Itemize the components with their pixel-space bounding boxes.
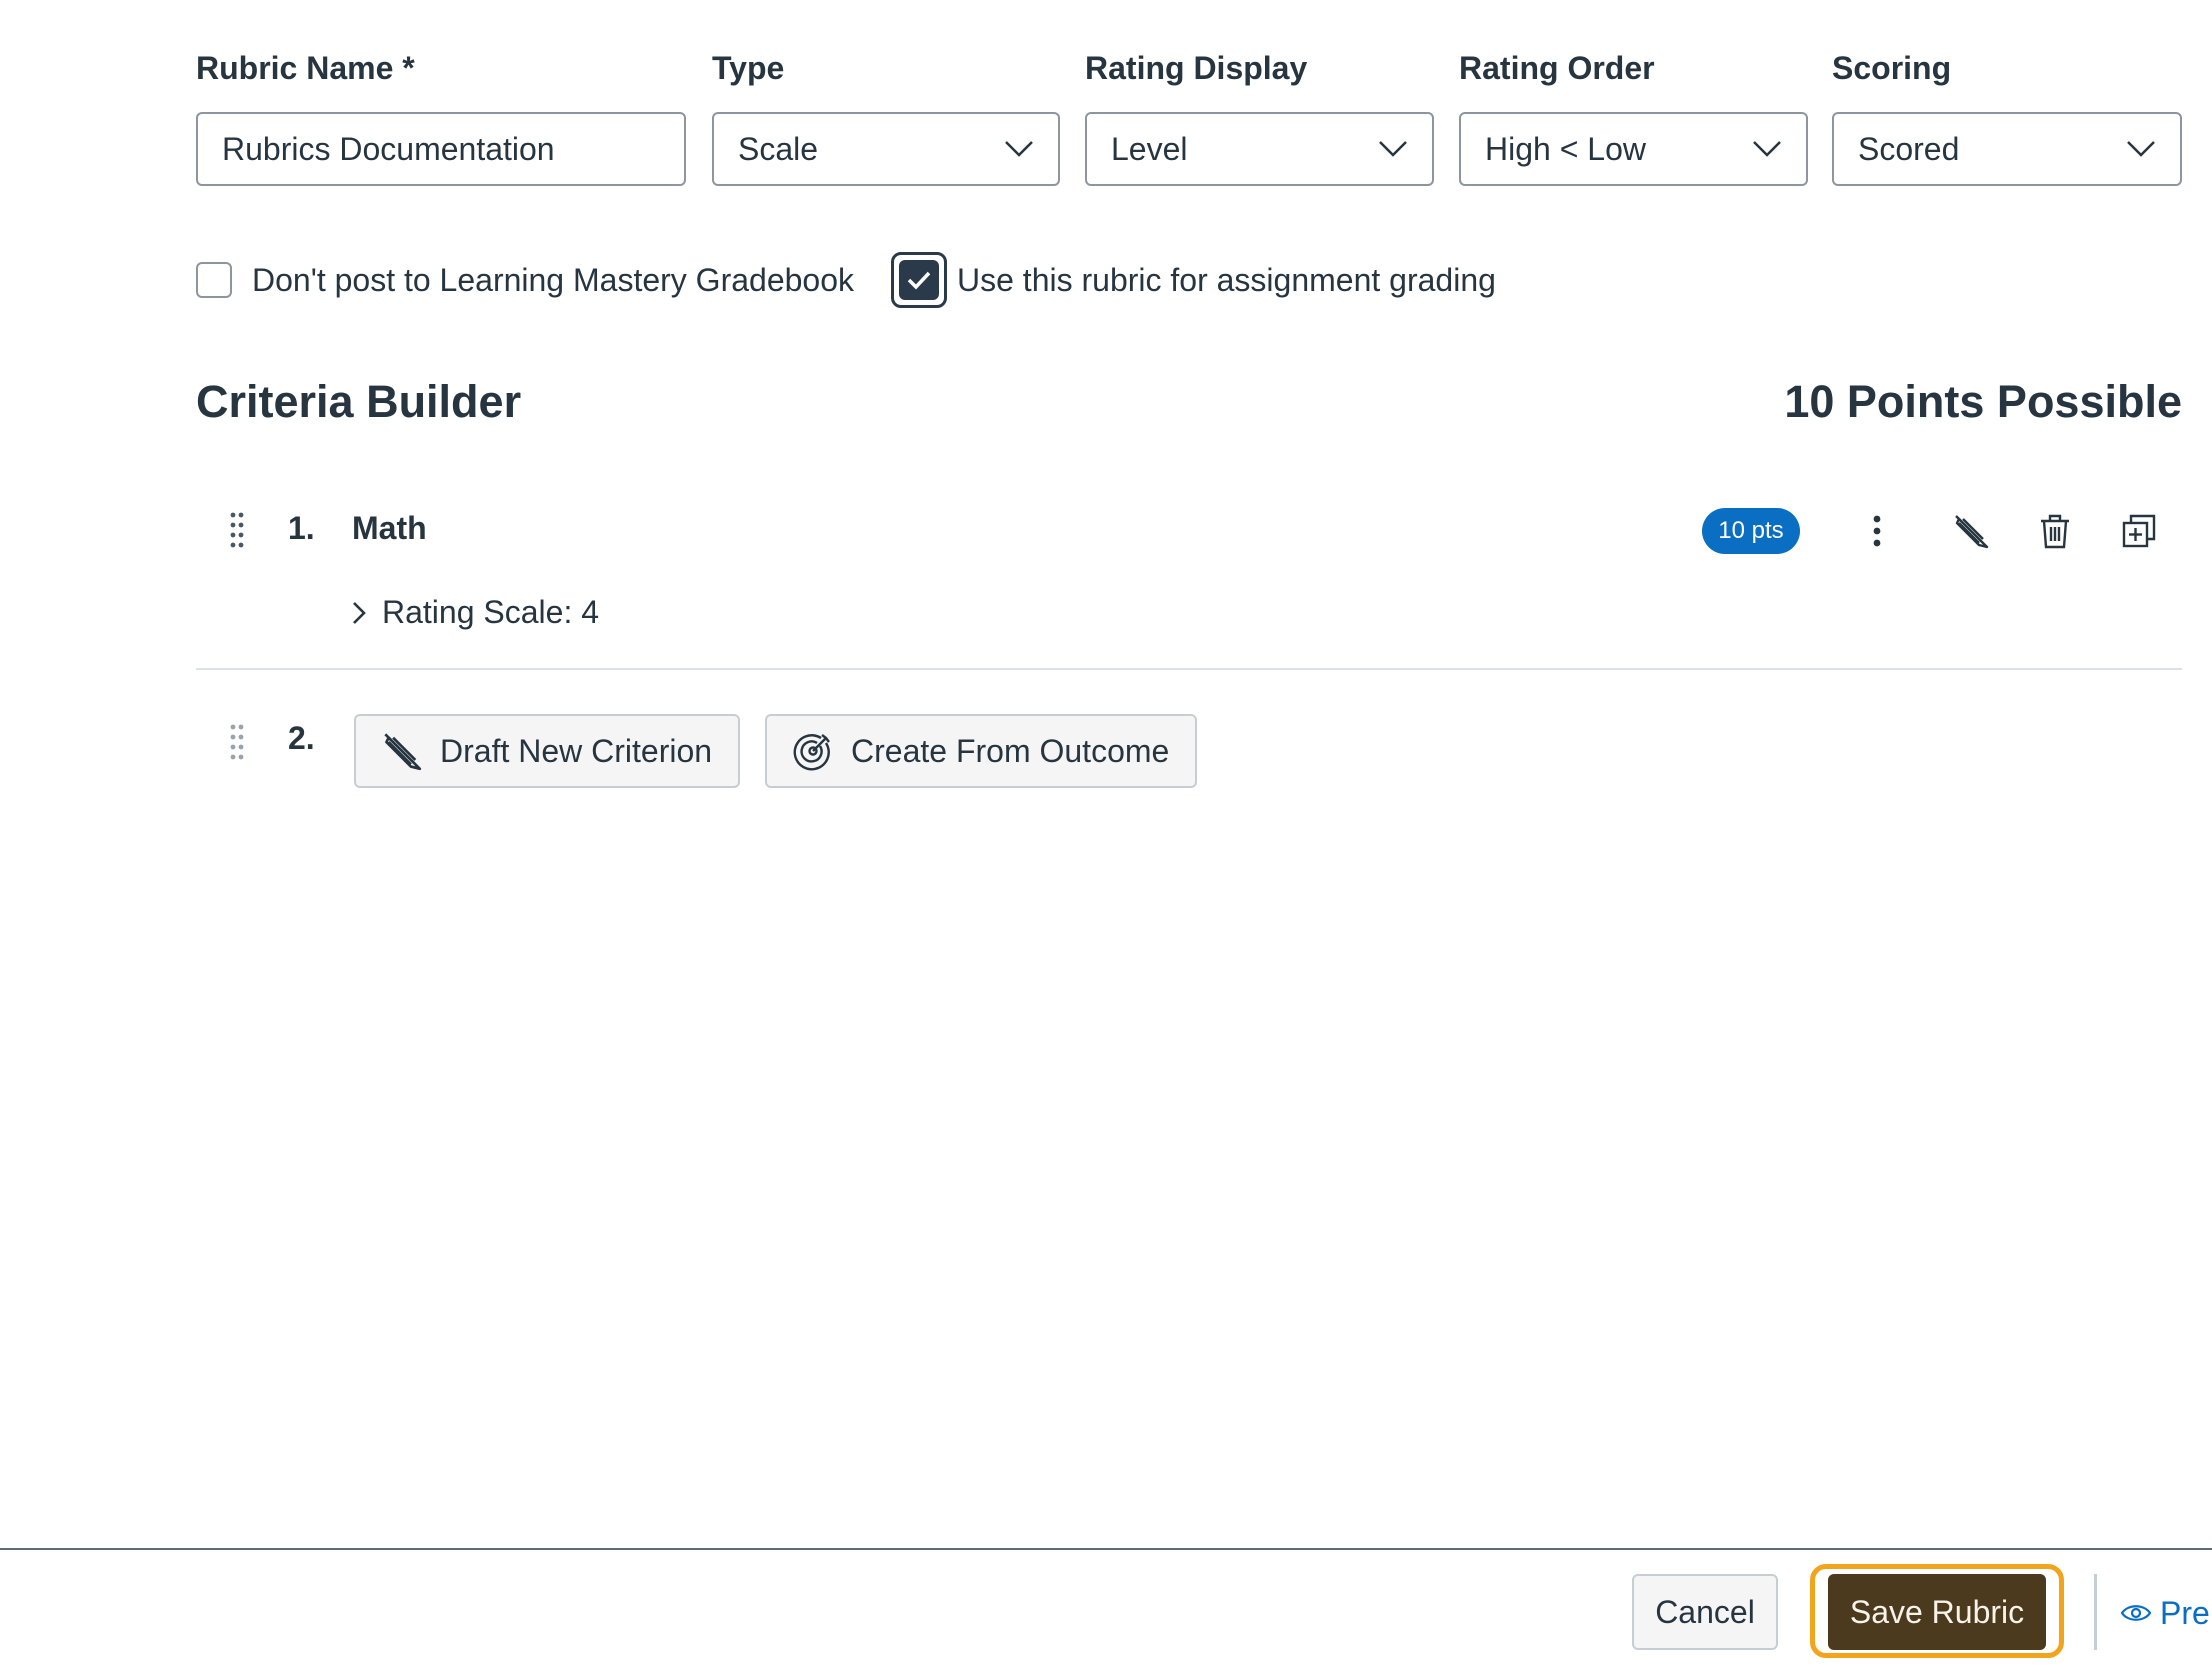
points-badge: 10 pts	[1702, 508, 1800, 554]
save-rubric-button[interactable]: Save Rubric	[1828, 1574, 2046, 1650]
duplicate-criterion-button[interactable]	[2116, 508, 2162, 554]
rating-display-label: Rating Display	[1085, 50, 1308, 86]
preview-label: Pre	[2160, 1594, 2210, 1631]
delete-criterion-button[interactable]	[2032, 508, 2078, 554]
chevron-down-icon	[1005, 141, 1033, 157]
footer-divider	[0, 1548, 2212, 1550]
scoring-select-value: Scored	[1858, 130, 1960, 167]
chevron-down-icon	[2127, 141, 2155, 157]
scoring-select[interactable]: Scored	[1832, 112, 2182, 186]
pencil-icon	[1955, 515, 1989, 549]
chevron-down-icon	[1753, 141, 1781, 157]
preview-button[interactable]: Pre	[2120, 1588, 2210, 1638]
rating-order-select-value: High < Low	[1485, 130, 1646, 167]
rating-scale-label: Rating Scale: 4	[382, 594, 600, 630]
rating-scale-toggle[interactable]: Rating Scale: 4	[352, 594, 599, 631]
rating-display-select[interactable]: Level	[1085, 112, 1434, 186]
rating-order-select[interactable]: High < Low	[1459, 112, 1808, 186]
rating-order-label: Rating Order	[1459, 50, 1655, 86]
drag-handle-icon[interactable]	[230, 512, 244, 548]
chevron-right-icon	[353, 601, 366, 624]
criterion-number: 1.	[288, 510, 315, 546]
create-from-outcome-button[interactable]: Create From Outcome	[765, 714, 1198, 788]
type-select[interactable]: Scale	[712, 112, 1060, 186]
eye-icon	[2120, 1605, 2152, 1621]
chevron-down-icon	[1379, 141, 1407, 157]
trash-icon	[2041, 514, 2069, 549]
target-icon	[793, 734, 830, 771]
create-from-outcome-label: Create From Outcome	[851, 732, 1170, 769]
edit-criterion-button[interactable]	[1948, 508, 1994, 554]
footer-separator	[2094, 1574, 2097, 1650]
rubric-editor-page: Rubric Name * Type Scale Rating Display …	[0, 0, 2212, 1672]
dont-post-label: Don't post to Learning Mastery Gradebook	[252, 261, 854, 298]
draft-new-criterion-label: Draft New Criterion	[440, 732, 713, 769]
draft-new-criterion-button[interactable]: Draft New Criterion	[354, 714, 741, 788]
drag-handle-icon[interactable]	[230, 724, 244, 760]
criteria-builder-title: Criteria Builder	[196, 376, 522, 427]
points-possible: 10 Points Possible	[1784, 376, 2182, 427]
rubric-name-input[interactable]	[196, 112, 686, 186]
criterion-divider	[196, 668, 2182, 670]
scoring-label: Scoring	[1832, 50, 1952, 86]
duplicate-icon	[2122, 514, 2156, 548]
dont-post-option[interactable]: Don't post to Learning Mastery Gradebook	[196, 256, 854, 304]
criterion-options-button[interactable]	[1854, 508, 1900, 554]
checkmark-icon	[907, 271, 931, 290]
type-label: Type	[712, 50, 785, 86]
dont-post-checkbox[interactable]	[196, 262, 232, 298]
cancel-button[interactable]: Cancel	[1632, 1574, 1778, 1650]
use-for-grading-option[interactable]: Use this rubric for assignment grading	[891, 252, 1496, 308]
use-for-grading-label: Use this rubric for assignment grading	[957, 261, 1496, 298]
rubric-name-label: Rubric Name *	[196, 50, 415, 86]
kebab-menu-icon	[1873, 515, 1881, 547]
type-select-value: Scale	[738, 130, 819, 167]
pencil-icon	[384, 733, 422, 771]
use-for-grading-checkbox[interactable]	[891, 252, 947, 308]
criterion-title: Math	[352, 510, 427, 546]
rating-display-select-value: Level	[1111, 130, 1188, 167]
new-criterion-number: 2.	[288, 720, 315, 756]
